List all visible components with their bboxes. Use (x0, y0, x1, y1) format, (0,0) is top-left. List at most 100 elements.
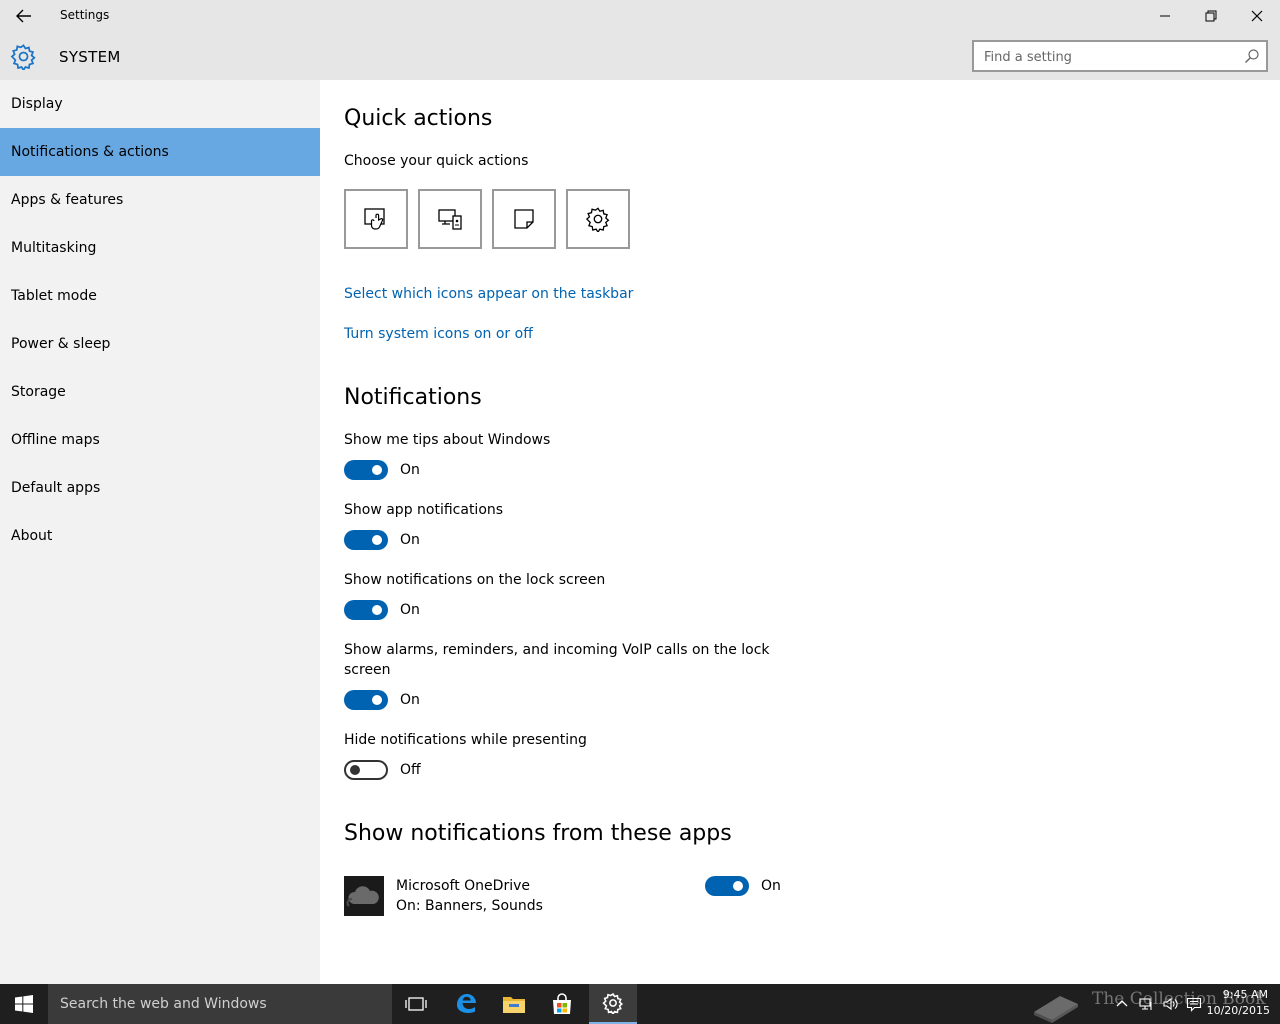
onedrive-notifications-toggle[interactable] (705, 876, 749, 896)
restore-button[interactable] (1188, 0, 1234, 32)
app-name: Microsoft OneDrive (396, 878, 530, 894)
sidebar-item-label: Multitasking (11, 240, 97, 256)
sidebar-item-storage[interactable]: Storage (0, 368, 320, 416)
toggle-knob (372, 605, 382, 615)
apps-heading: Show notifications from these apps (344, 821, 732, 846)
toggle-state: On (400, 692, 420, 708)
toggle-state: On (400, 532, 420, 548)
file-explorer-button[interactable] (490, 984, 538, 1024)
window-title: Settings (60, 8, 110, 22)
sidebar-item-offline-maps[interactable]: Offline maps (0, 416, 320, 464)
lock-screen-notifications-toggle[interactable] (344, 600, 388, 620)
page-title: SYSTEM (59, 48, 121, 66)
main-content: Quick actions Choose your quick actions … (320, 80, 1280, 984)
app-notifications-toggle[interactable] (344, 530, 388, 550)
sidebar-item-about[interactable]: About (0, 512, 320, 560)
toggle-state: On (761, 878, 781, 894)
setting-label-continued: screen (344, 662, 391, 678)
settings-taskbar-button[interactable] (589, 984, 637, 1024)
minimize-icon (1160, 15, 1170, 17)
system-icons-link[interactable]: Turn system icons on or off (344, 326, 533, 342)
sidebar-item-label: Default apps (11, 480, 101, 496)
close-icon (1251, 10, 1263, 22)
network-icon[interactable] (1138, 996, 1154, 1012)
toggle-state: On (400, 462, 420, 478)
store-icon (553, 993, 571, 1014)
search-input[interactable] (984, 48, 1234, 66)
sidebar-item-label: Offline maps (11, 432, 100, 448)
quick-actions-subheading: Choose your quick actions (344, 153, 529, 169)
task-view-icon (405, 997, 427, 1011)
sidebar-item-label: Storage (11, 384, 66, 400)
toggle-state: On (400, 602, 420, 618)
title-bar: Settings (0, 0, 1280, 32)
app-detail: On: Banners, Sounds (396, 898, 543, 914)
sidebar: Display Notifications & actions Apps & f… (0, 80, 320, 984)
tips-toggle[interactable] (344, 460, 388, 480)
close-button[interactable] (1234, 0, 1280, 32)
sidebar-item-power-sleep[interactable]: Power & sleep (0, 320, 320, 368)
back-button[interactable] (0, 0, 48, 32)
task-view-button[interactable] (392, 984, 440, 1024)
search-box[interactable] (972, 40, 1268, 72)
hide-while-presenting-toggle[interactable] (344, 760, 388, 780)
sidebar-item-default-apps[interactable]: Default apps (0, 464, 320, 512)
notifications-heading: Notifications (344, 385, 482, 410)
sidebar-item-notifications-actions[interactable]: Notifications & actions (0, 128, 320, 176)
setting-label: Show app notifications (344, 502, 504, 518)
sidebar-item-label: About (11, 528, 53, 544)
edge-button[interactable] (442, 984, 490, 1024)
store-button[interactable] (538, 984, 586, 1024)
sidebar-item-label: Notifications & actions (11, 144, 169, 160)
sidebar-item-apps-features[interactable]: Apps & features (0, 176, 320, 224)
sidebar-item-label: Apps & features (11, 192, 124, 208)
restore-icon (1205, 10, 1217, 22)
setting-label: Show notifications on the lock screen (344, 572, 606, 588)
gear-icon (602, 992, 624, 1014)
setting-label: Show me tips about Windows (344, 432, 551, 448)
connect-icon (438, 209, 462, 230)
minimize-button[interactable] (1142, 0, 1188, 32)
sidebar-item-tablet-mode[interactable]: Tablet mode (0, 272, 320, 320)
chevron-up-icon[interactable] (1114, 996, 1130, 1012)
sidebar-item-label: Tablet mode (11, 288, 97, 304)
quick-action-all-settings[interactable] (566, 189, 630, 249)
back-arrow-icon (16, 9, 31, 23)
toggle-knob (372, 465, 382, 475)
onedrive-app-icon (344, 876, 384, 916)
note-icon (514, 209, 534, 229)
windows-logo-icon (15, 995, 33, 1013)
clock-date[interactable]: 10/20/2015 (1200, 1004, 1270, 1017)
cloud-icon (346, 886, 379, 907)
sidebar-item-display[interactable]: Display (0, 80, 320, 128)
taskbar-search[interactable]: Search the web and Windows (48, 984, 392, 1024)
toggle-state: Off (400, 762, 421, 778)
setting-label: Show alarms, reminders, and incoming VoI… (344, 642, 770, 658)
watermark-book-icon (1034, 996, 1078, 1023)
quick-action-connect[interactable] (418, 189, 482, 249)
toggle-knob (350, 765, 360, 775)
sidebar-item-label: Display (11, 96, 63, 112)
clock-time[interactable]: 9:45 AM (1212, 988, 1268, 1001)
search-icon (1245, 49, 1259, 63)
quick-action-tablet-mode[interactable] (344, 189, 408, 249)
start-button[interactable] (0, 984, 48, 1024)
toggle-knob (372, 535, 382, 545)
select-taskbar-icons-link[interactable]: Select which icons appear on the taskbar (344, 286, 633, 302)
setting-label: Hide notifications while presenting (344, 732, 587, 748)
gear-icon (10, 44, 36, 70)
sidebar-item-label: Power & sleep (11, 336, 111, 352)
taskbar: Search the web and Windows The Collectio… (0, 984, 1280, 1024)
alarms-voip-toggle[interactable] (344, 690, 388, 710)
quick-actions-heading: Quick actions (344, 106, 493, 131)
settings-header: SYSTEM (0, 32, 1280, 80)
volume-icon[interactable] (1162, 996, 1178, 1012)
taskbar-search-placeholder: Search the web and Windows (60, 996, 267, 1012)
toggle-knob (733, 881, 743, 891)
toggle-knob (372, 695, 382, 705)
folder-icon (503, 997, 525, 1013)
quick-action-note[interactable] (492, 189, 556, 249)
edge-icon (457, 994, 476, 1013)
sidebar-item-multitasking[interactable]: Multitasking (0, 224, 320, 272)
tablet-mode-icon (364, 208, 385, 230)
